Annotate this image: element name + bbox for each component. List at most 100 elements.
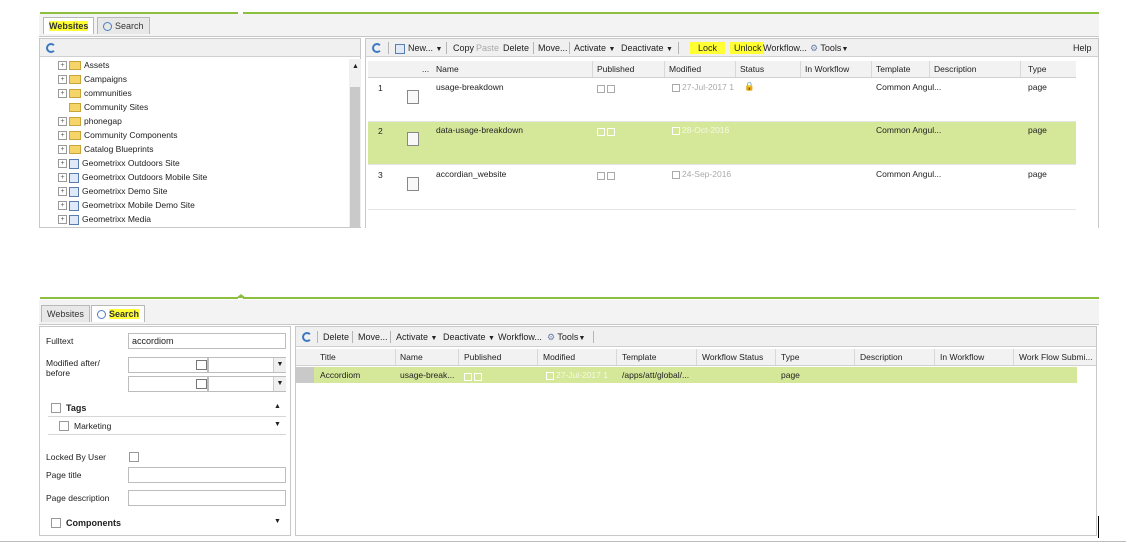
col-template[interactable]: Template — [622, 352, 657, 362]
col-in-workflow[interactable]: In Workflow — [940, 352, 984, 362]
table-row[interactable]: 3 accordian_website 24-Sep-2016 Common A… — [368, 165, 1076, 210]
tree-item[interactable]: + Geometrixx Media — [58, 212, 151, 226]
modified-after-label: Modified after/ — [46, 358, 100, 368]
page-description-input[interactable] — [128, 490, 286, 506]
activate-button[interactable]: Activate ▼ — [396, 331, 437, 345]
scroll-up-icon[interactable]: ▲ — [352, 63, 359, 70]
expand-icon[interactable]: + — [58, 173, 67, 183]
tree-item[interactable]: + Geometrixx Outdoors Site — [58, 156, 180, 170]
new-button[interactable]: New... ▼ — [395, 42, 442, 56]
chevron-down-icon[interactable]: ▼ — [274, 421, 281, 428]
tab-pointer — [236, 294, 246, 298]
tree-item[interactable]: + phonegap — [58, 114, 122, 128]
results-row-selected[interactable]: Accordiom usage-break... 27-Jul-2017 1 /… — [296, 367, 1077, 383]
tags-checkbox[interactable] — [51, 403, 61, 413]
lock-button[interactable]: Lock — [690, 42, 726, 54]
col-template[interactable]: Template — [876, 64, 911, 74]
folder-icon — [69, 103, 81, 113]
tab-search[interactable]: Search — [97, 17, 150, 34]
expand-icon[interactable]: + — [58, 159, 67, 169]
col-published[interactable]: Published — [464, 352, 501, 362]
tree-item-label: Community Components — [84, 130, 178, 140]
col-type[interactable]: Type — [781, 352, 799, 362]
tab-search[interactable]: Search — [91, 305, 146, 322]
table-row[interactable]: 1 usage-breakdown 27-Jul-2017 1 🔒 Common… — [368, 78, 1076, 122]
tab-websites[interactable]: Websites — [41, 305, 90, 322]
refresh-icon[interactable] — [372, 43, 382, 53]
tree-item[interactable]: + Catalog Blueprints — [58, 142, 153, 156]
page-title-input[interactable] — [128, 467, 286, 483]
page-thumbnail-icon — [407, 177, 419, 191]
scroll-thumb[interactable] — [350, 87, 360, 227]
expand-icon[interactable]: + — [58, 201, 67, 211]
expand-icon[interactable]: + — [58, 215, 67, 225]
expand-icon[interactable]: + — [58, 117, 67, 127]
refresh-icon[interactable] — [46, 43, 56, 53]
marketing-checkbox[interactable] — [59, 421, 69, 431]
tree-scrollbar[interactable]: ▲ — [349, 59, 361, 227]
collapse-icon[interactable]: ▲ — [274, 403, 281, 410]
tree-item[interactable]: + Geometrixx Outdoors Mobile Site — [58, 170, 207, 184]
folder-icon — [69, 145, 81, 155]
chevron-down-icon[interactable]: ▼ — [273, 377, 286, 391]
chevron-down-icon[interactable]: ▼ — [274, 518, 281, 525]
col-modified[interactable]: Modified — [543, 352, 575, 362]
col-work-flow-submitted[interactable]: Work Flow Submi... — [1019, 352, 1093, 362]
col-dots[interactable]: ... — [422, 64, 429, 74]
website-page-icon — [69, 186, 79, 197]
published-icons — [597, 170, 617, 180]
components-checkbox[interactable] — [51, 518, 61, 528]
col-workflow-status[interactable]: Workflow Status — [702, 352, 763, 362]
expand-icon[interactable]: + — [58, 61, 67, 71]
tree-item[interactable]: + communities — [58, 86, 132, 100]
col-title[interactable]: Title — [320, 352, 336, 362]
col-published[interactable]: Published — [597, 64, 634, 74]
locked-by-user-checkbox[interactable] — [129, 452, 139, 462]
workflow-button[interactable]: Workflow... — [763, 42, 807, 54]
deactivate-button[interactable]: Deactivate ▼ — [443, 331, 495, 345]
move-button[interactable]: Move... — [538, 42, 568, 54]
help-button[interactable]: Help — [1073, 42, 1092, 54]
expand-icon[interactable]: + — [58, 131, 67, 141]
expand-icon[interactable]: + — [58, 145, 67, 155]
col-type[interactable]: Type — [1028, 64, 1046, 74]
cell-type: page — [1028, 82, 1047, 92]
paste-button[interactable]: Paste — [476, 42, 499, 54]
delete-button[interactable]: Delete — [323, 331, 349, 343]
tree-item[interactable]: Community Sites — [58, 100, 148, 114]
fulltext-input[interactable]: accordiom — [128, 333, 286, 349]
col-description[interactable]: Description — [934, 64, 977, 74]
refresh-icon[interactable] — [302, 332, 312, 342]
copy-button[interactable]: Copy — [453, 42, 474, 54]
tree-item[interactable]: + Campaigns — [58, 72, 127, 86]
expand-icon[interactable]: + — [58, 75, 67, 85]
table-row-selected[interactable]: 2 data-usage-breakdown 28-Oct-2016 Commo… — [368, 122, 1076, 165]
tools-button[interactable]: ⚙ Tools▼ — [810, 42, 848, 56]
delete-button[interactable]: Delete — [503, 42, 529, 54]
calendar-icon[interactable] — [196, 379, 207, 389]
deactivate-button[interactable]: Deactivate ▼ — [621, 42, 673, 56]
tools-button[interactable]: ⚙ Tools▼ — [547, 331, 585, 345]
expand-icon[interactable]: + — [58, 89, 67, 99]
col-description[interactable]: Description — [860, 352, 903, 362]
tree-item[interactable]: + Community Components — [58, 128, 178, 142]
unlock-button[interactable]: Unlock — [730, 42, 764, 54]
tools-icon: ⚙ — [810, 43, 819, 53]
col-modified[interactable]: Modified — [669, 64, 701, 74]
col-status[interactable]: Status — [740, 64, 764, 74]
col-in-workflow[interactable]: In Workflow — [805, 64, 849, 74]
col-name[interactable]: Name — [436, 64, 459, 74]
workflow-button[interactable]: Workflow... — [498, 331, 542, 343]
activate-button[interactable]: Activate ▼ — [574, 42, 615, 56]
tree-item[interactable]: + Geometrixx Demo Site — [58, 184, 168, 198]
expand-icon[interactable]: + — [58, 187, 67, 197]
col-name[interactable]: Name — [400, 352, 423, 362]
tree-item[interactable]: + Assets — [58, 58, 110, 72]
chevron-down-icon[interactable]: ▼ — [273, 358, 286, 372]
folder-icon — [69, 89, 81, 99]
calendar-icon[interactable] — [196, 360, 207, 370]
tab-websites[interactable]: Websites — [43, 17, 95, 34]
move-button[interactable]: Move... — [358, 331, 388, 343]
tree-item[interactable]: + Geometrixx Mobile Demo Site — [58, 198, 195, 212]
tree-item-label: Geometrixx Mobile Demo Site — [82, 200, 195, 210]
